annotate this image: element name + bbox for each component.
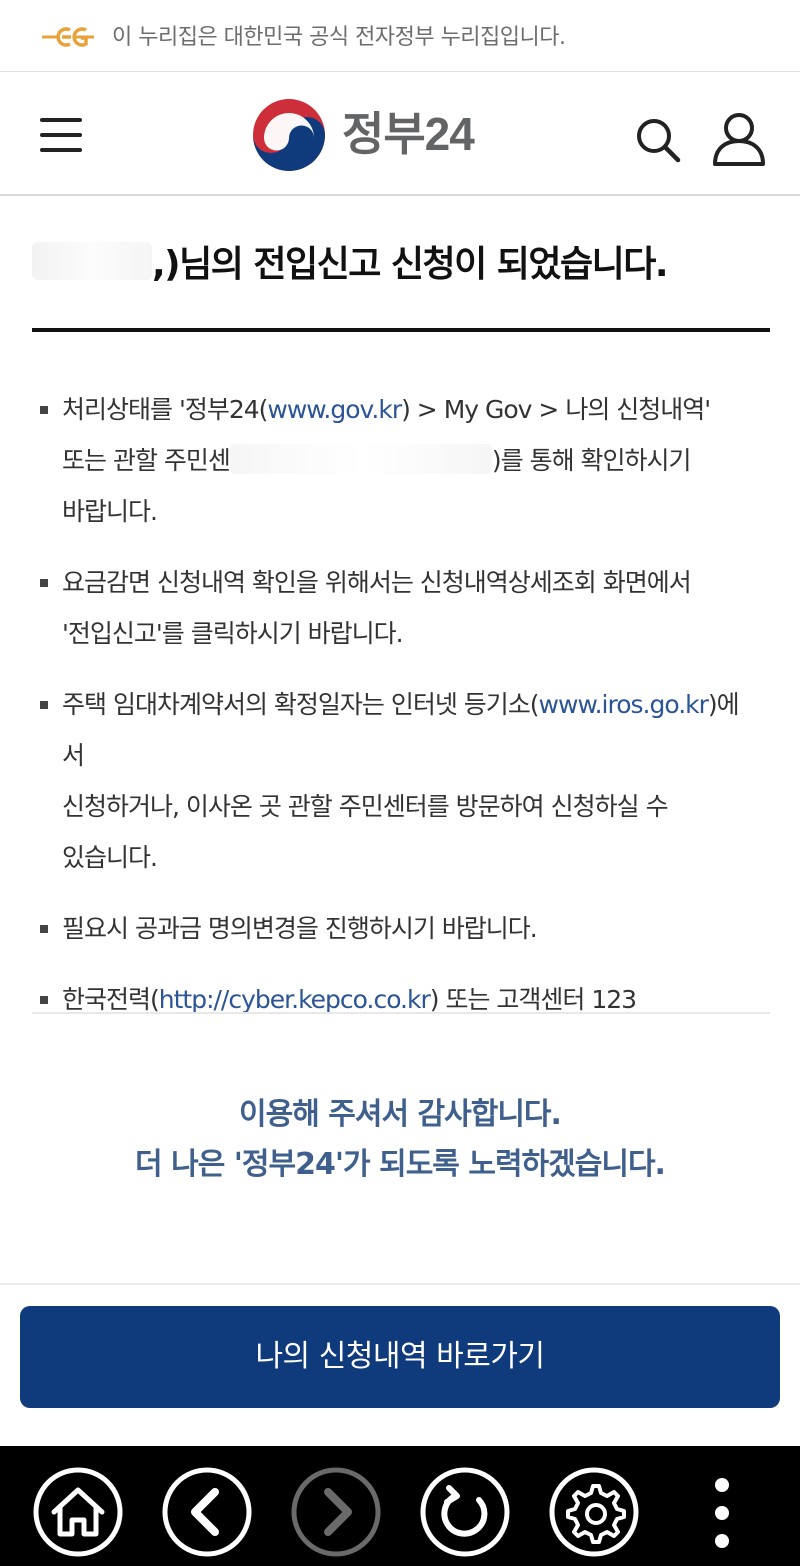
thank-you-message: 이용해 주셔서 감사합니다. 더 나은 '정부24'가 되도록 노력하겠습니다. — [0, 1090, 800, 1190]
refresh-icon[interactable] — [419, 1466, 511, 1558]
masked-contact-info — [229, 444, 492, 474]
masked-applicant-name — [32, 242, 152, 280]
site-header: 정부24 — [0, 72, 800, 196]
notice-item-lease-date: 주택 임대차계약서의 확정일자는 인터넷 등기소(www.iros.go.kr)… — [36, 679, 756, 883]
taegeuk-logo-icon — [253, 99, 325, 171]
thank-you-line-1: 이용해 주셔서 감사합니다. — [239, 1097, 562, 1132]
notice-text: ) 또는 고객센터 123 — [429, 985, 637, 1014]
notice-list: 처리상태를 '정부24(www.gov.kr) > My Gov > 나의 신청… — [36, 384, 756, 1045]
logo-text[interactable]: 정부24 — [342, 106, 475, 162]
notice-text: )를 통해 확인하시기 — [491, 446, 692, 475]
notice-item-utility: 필요시 공과금 명의변경을 진행하시기 바랍니다. — [36, 903, 756, 954]
notice-text: 신청하거나, 이사온 곳 관할 주민센터를 방문하여 신청하실 수 — [62, 792, 669, 821]
title-divider — [32, 328, 770, 332]
page: 이 누리집은 대한민국 공식 전자정부 누리집입니다. 정부24 ,)님의 전입… — [0, 0, 800, 1566]
my-applications-button[interactable]: 나의 신청내역 바로가기 — [20, 1306, 780, 1408]
bullet-icon — [40, 996, 48, 1004]
forward-icon[interactable] — [290, 1466, 382, 1558]
thank-you-line-2: 더 나은 '정부24'가 되도록 노력하겠습니다. — [135, 1147, 666, 1182]
back-icon[interactable] — [161, 1466, 253, 1558]
notice-item-status: 처리상태를 '정부24(www.gov.kr) > My Gov > 나의 신청… — [36, 384, 756, 537]
notice-text: 처리상태를 '정부24( — [62, 395, 268, 424]
search-icon[interactable] — [634, 116, 682, 164]
notice-text: ) > My Gov > 나의 신청내역' — [401, 395, 711, 424]
official-site-banner-text: 이 누리집은 대한민국 공식 전자정부 누리집입니다. — [112, 25, 566, 50]
bullet-icon — [40, 701, 48, 709]
footer-divider — [0, 1283, 800, 1285]
official-site-banner: 이 누리집은 대한민국 공식 전자정부 누리집입니다. — [0, 0, 800, 72]
home-icon[interactable] — [32, 1466, 124, 1558]
notice-text: 요금감면 신청내역 확인을 위해서는 신청내역상세조회 화면에서 — [62, 568, 692, 597]
more-icon[interactable] — [700, 1476, 744, 1552]
notice-item-kepco: 한국전력(http://cyber.kepco.co.kr) 또는 고객센터 1… — [36, 974, 756, 1025]
bullet-icon — [40, 406, 48, 414]
notice-text: 있습니다. — [62, 843, 158, 872]
hamburger-menu-icon[interactable] — [40, 118, 82, 152]
notice-text: 바랍니다. — [62, 497, 158, 526]
notice-item-fee-reduction: 요금감면 신청내역 확인을 위해서는 신청내역상세조회 화면에서 '전입신고'를… — [36, 557, 756, 659]
page-title-text: ,)님의 전입신고 신청이 되었습니다. — [152, 244, 669, 285]
notice-text: 주택 임대차계약서의 확정일자는 인터넷 등기소( — [62, 690, 540, 719]
user-icon[interactable] — [710, 110, 768, 168]
notice-text: 필요시 공과금 명의변경을 진행하시기 바랍니다. — [62, 914, 538, 943]
settings-icon[interactable] — [548, 1466, 640, 1558]
notice-text: 또는 관할 주민센 — [62, 446, 231, 475]
gov-link[interactable]: www.gov.kr — [267, 395, 402, 424]
section-divider — [32, 1012, 770, 1014]
page-title: ,)님의 전입신고 신청이 되었습니다. — [32, 240, 768, 290]
bullet-icon — [40, 925, 48, 933]
browser-nav-bar — [0, 1446, 800, 1566]
notice-text: '전입신고'를 클릭하시기 바랍니다. — [62, 619, 404, 648]
bullet-icon — [40, 579, 48, 587]
kepco-link[interactable]: http://cyber.kepco.co.kr — [159, 985, 431, 1014]
iros-link[interactable]: www.iros.go.kr — [539, 690, 709, 719]
eg-logo-icon — [42, 27, 94, 47]
notice-text: 한국전력( — [62, 985, 160, 1014]
